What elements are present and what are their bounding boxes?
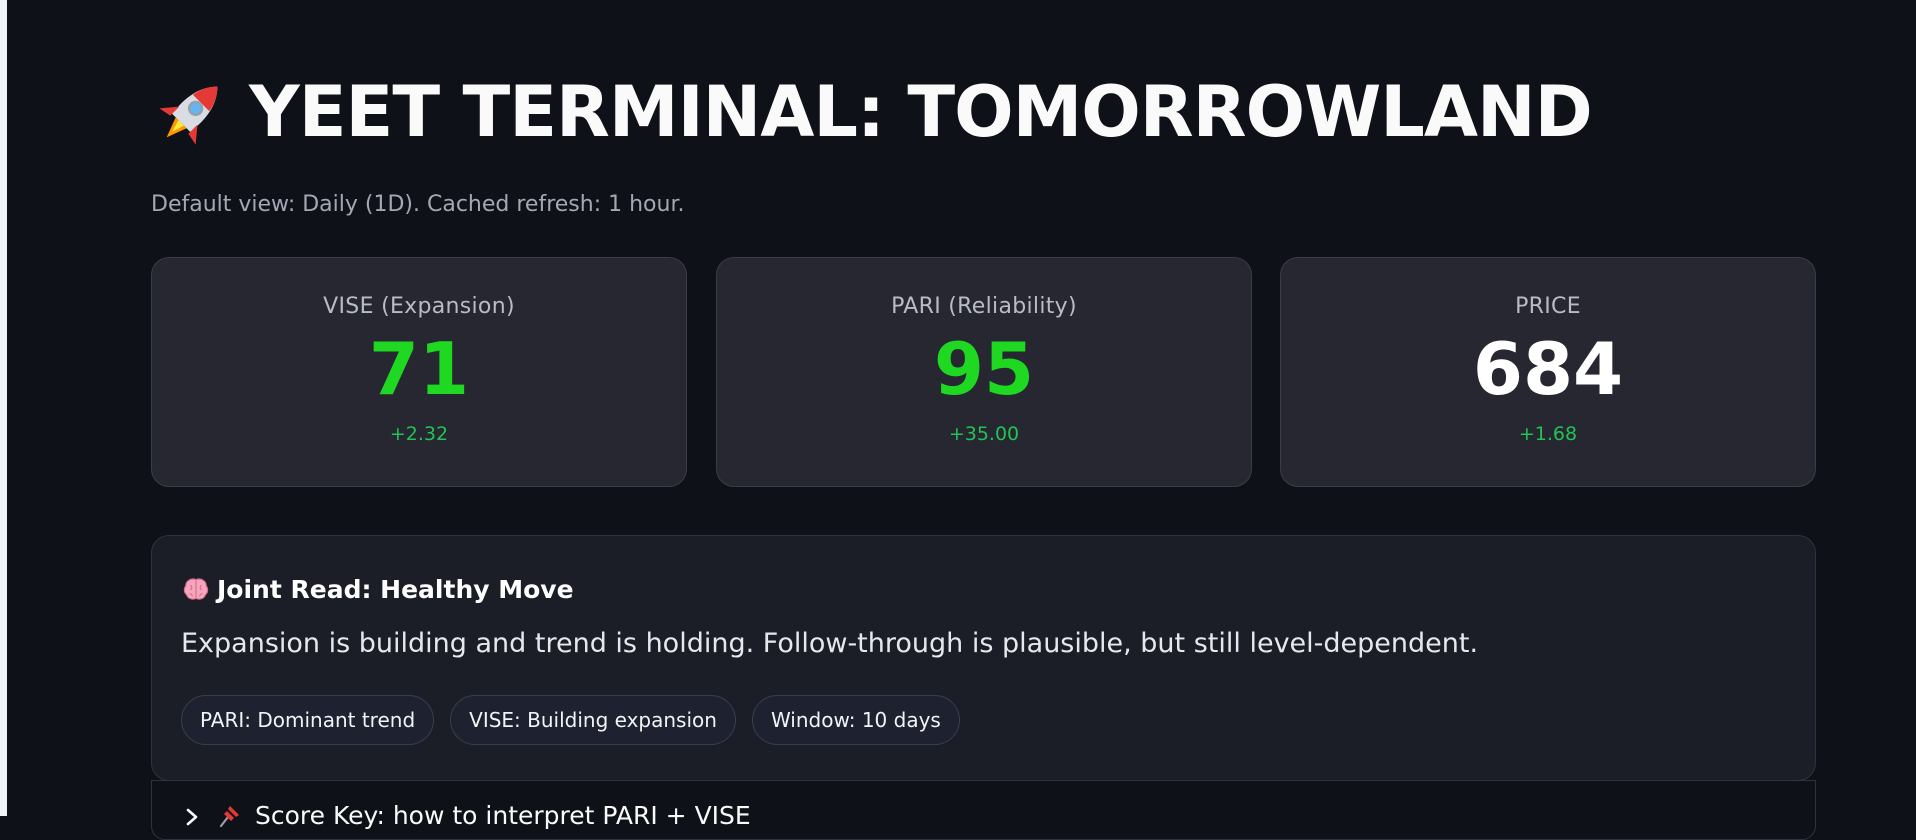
metric-delta: +2.32 <box>389 423 449 445</box>
metric-card-price: PRICE 684 +1.68 <box>1280 257 1816 487</box>
tag-pill-vise: VISE: Building expansion <box>450 695 736 745</box>
metric-label: VISE (Expansion) <box>323 294 515 319</box>
metric-delta: +1.68 <box>1518 423 1578 445</box>
metric-label: PARI (Reliability) <box>891 294 1077 319</box>
tag-pill-pari: PARI: Dominant trend <box>181 695 435 745</box>
sidebar-edge <box>0 0 7 816</box>
joint-read-description: Expansion is building and trend is holdi… <box>181 628 1479 659</box>
metric-card-vise: VISE (Expansion) 71 +2.32 <box>151 257 687 487</box>
metric-delta: +35.00 <box>948 423 1020 445</box>
main-content: YEET TERMINAL: TOMORROWLAND Default view… <box>151 0 1816 840</box>
page-subtitle: Default view: Daily (1D). Cached refresh… <box>151 192 685 217</box>
joint-read-title: Joint Read: Healthy Move <box>181 574 574 604</box>
brain-icon <box>181 574 211 604</box>
metric-value: 71 <box>368 327 470 411</box>
metric-value: 684 <box>1472 327 1624 411</box>
tag-pill-window: Window: 10 days <box>751 695 960 745</box>
page-title-text: YEET TERMINAL: TOMORROWLAND <box>249 71 1593 153</box>
page-title: YEET TERMINAL: TOMORROWLAND <box>151 68 1593 156</box>
joint-read-title-text: Joint Read: Healthy Move <box>217 574 574 604</box>
metric-label: PRICE <box>1515 294 1581 319</box>
score-key-expander[interactable]: Score Key: how to interpret PARI + VISE <box>151 780 1816 840</box>
rocket-icon <box>151 71 233 153</box>
joint-read-card: Joint Read: Healthy Move Expansion is bu… <box>151 535 1816 781</box>
tag-list: PARI: Dominant trend VISE: Building expa… <box>181 695 960 745</box>
metric-card-pari: PARI (Reliability) 95 +35.00 <box>716 257 1252 487</box>
metric-value: 95 <box>933 327 1035 411</box>
